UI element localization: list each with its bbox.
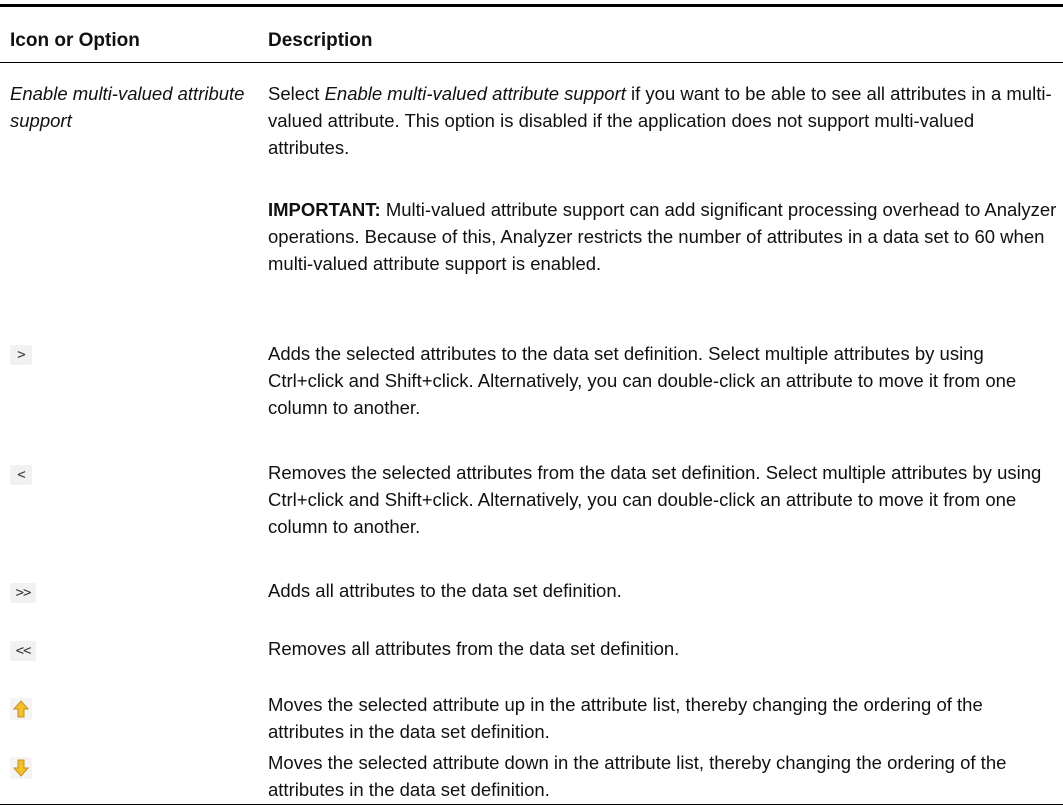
add-selected-icon: > xyxy=(10,345,32,365)
add-all-icon: >> xyxy=(10,583,36,603)
table-bottom-rule xyxy=(0,804,1063,805)
header-rule xyxy=(0,62,1063,63)
description-text: Select xyxy=(268,83,325,104)
important-label: IMPORTANT: xyxy=(268,199,381,220)
remove-all-icon: << xyxy=(10,641,36,661)
column-header-description: Description xyxy=(268,30,373,51)
description-add-selected: Adds the selected attributes to the data… xyxy=(268,343,1017,418)
option-enable-multivalued: Enable multi-valued attribute support xyxy=(10,83,245,131)
important-text: Multi-valued attribute support can add s… xyxy=(268,199,1057,274)
description-remove-selected: Removes the selected attributes from the… xyxy=(268,462,1042,537)
description-add-all: Adds all attributes to the data set defi… xyxy=(268,580,622,601)
description-move-up: Moves the selected attribute up in the a… xyxy=(268,694,983,742)
description-remove-all: Removes all attributes from the data set… xyxy=(268,638,680,659)
move-up-icon xyxy=(10,698,32,720)
table-top-rule xyxy=(0,4,1063,7)
remove-selected-icon: < xyxy=(10,465,32,485)
description-move-down: Moves the selected attribute down in the… xyxy=(268,752,1007,800)
move-down-icon xyxy=(10,757,32,779)
description-enable-multivalued: Select Enable multi-valued attribute sup… xyxy=(268,80,1058,161)
important-note: IMPORTANT: Multi-valued attribute suppor… xyxy=(268,196,1058,277)
column-header-icon-or-option: Icon or Option xyxy=(10,30,140,51)
description-option-name: Enable multi-valued attribute support xyxy=(324,83,626,104)
